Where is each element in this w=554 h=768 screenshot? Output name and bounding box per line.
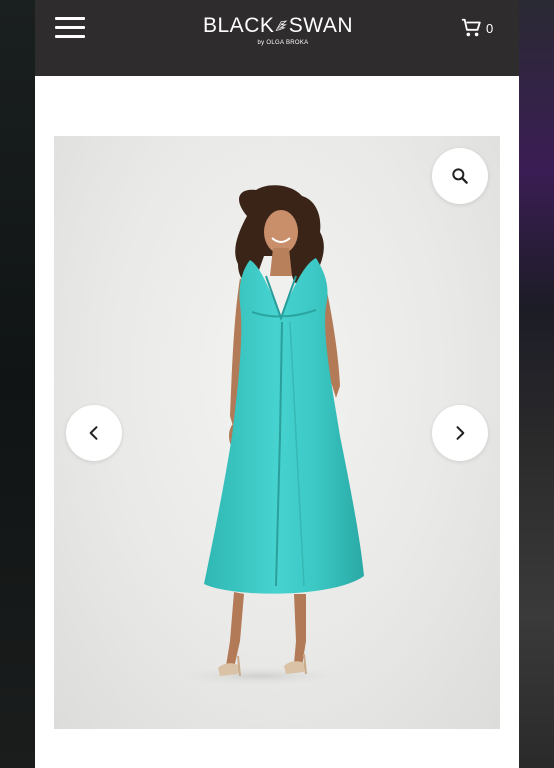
hamburger-menu-icon-bar xyxy=(55,26,85,29)
next-image-button[interactable] xyxy=(432,405,488,461)
cart-icon xyxy=(461,18,481,37)
chevron-left-icon xyxy=(89,426,98,440)
hamburger-menu-icon-bar xyxy=(55,35,85,38)
cart-button[interactable]: 0 xyxy=(461,16,493,40)
logo-subtitle: by OLGA BROKA xyxy=(257,40,309,46)
logo-text-left: BLACK xyxy=(203,14,275,37)
backdrop-left xyxy=(0,0,35,768)
logo-text-right: SWAN xyxy=(288,14,353,37)
cart-count: 0 xyxy=(486,20,494,36)
previous-image-button[interactable] xyxy=(66,405,122,461)
hamburger-menu-icon xyxy=(55,17,85,20)
site-header: BLACK SWAN by OLGA BROKA 0 xyxy=(35,0,519,76)
chevron-right-icon xyxy=(456,426,465,440)
zoom-button[interactable] xyxy=(432,148,488,204)
swan-wing-icon xyxy=(275,20,288,31)
menu-button[interactable] xyxy=(53,15,87,41)
page: BLACK SWAN by OLGA BROKA 0 xyxy=(35,0,519,768)
brand-logo[interactable]: BLACK SWAN by OLGA BROKA xyxy=(203,14,353,50)
search-icon xyxy=(452,168,468,184)
backdrop-right xyxy=(519,0,554,768)
